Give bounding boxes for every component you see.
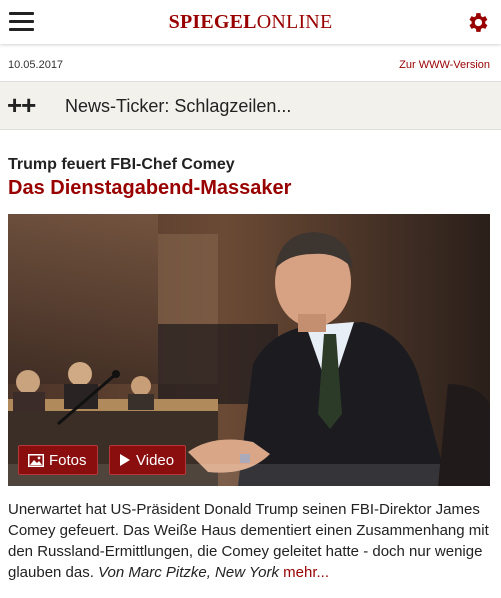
settings-gear-icon[interactable] <box>465 10 490 35</box>
article-photo[interactable]: Fotos Video <box>8 214 490 486</box>
more-link[interactable]: mehr... <box>283 564 329 581</box>
article-kicker: Trump feuert FBI-Chef Comey <box>8 156 235 173</box>
news-ticker-label: News-Ticker: Schlagzeilen... <box>65 96 292 116</box>
image-icon <box>28 453 44 467</box>
play-icon <box>119 453 131 467</box>
site-logo[interactable]: SPIEGELONLINE <box>0 11 501 34</box>
photos-button-label: Fotos <box>49 451 87 469</box>
article-teaser: Unerwartet hat US-Präsident Donald Trump… <box>8 499 496 583</box>
video-button[interactable]: Video <box>109 445 186 475</box>
lead-article: Trump feuert FBI-Chef Comey Das Dienstag… <box>0 131 501 598</box>
www-version-link[interactable]: Zur WWW-Version <box>399 59 490 71</box>
article-headline[interactable]: Das Dienstagabend-Massaker <box>8 177 291 200</box>
plus-plus-icon: ++ <box>7 90 36 120</box>
news-ticker-bar[interactable]: ++ News-Ticker: Schlagzeilen... <box>0 82 501 130</box>
article-author: Von Marc Pitzke, New York <box>98 564 279 581</box>
top-bar: SPIEGELONLINE <box>0 0 501 44</box>
photos-button[interactable]: Fotos <box>18 445 98 475</box>
video-button-label: Video <box>136 451 175 469</box>
edition-date: 10.05.2017 <box>8 59 64 71</box>
date-bar: 10.05.2017 Zur WWW-Version <box>0 44 501 82</box>
